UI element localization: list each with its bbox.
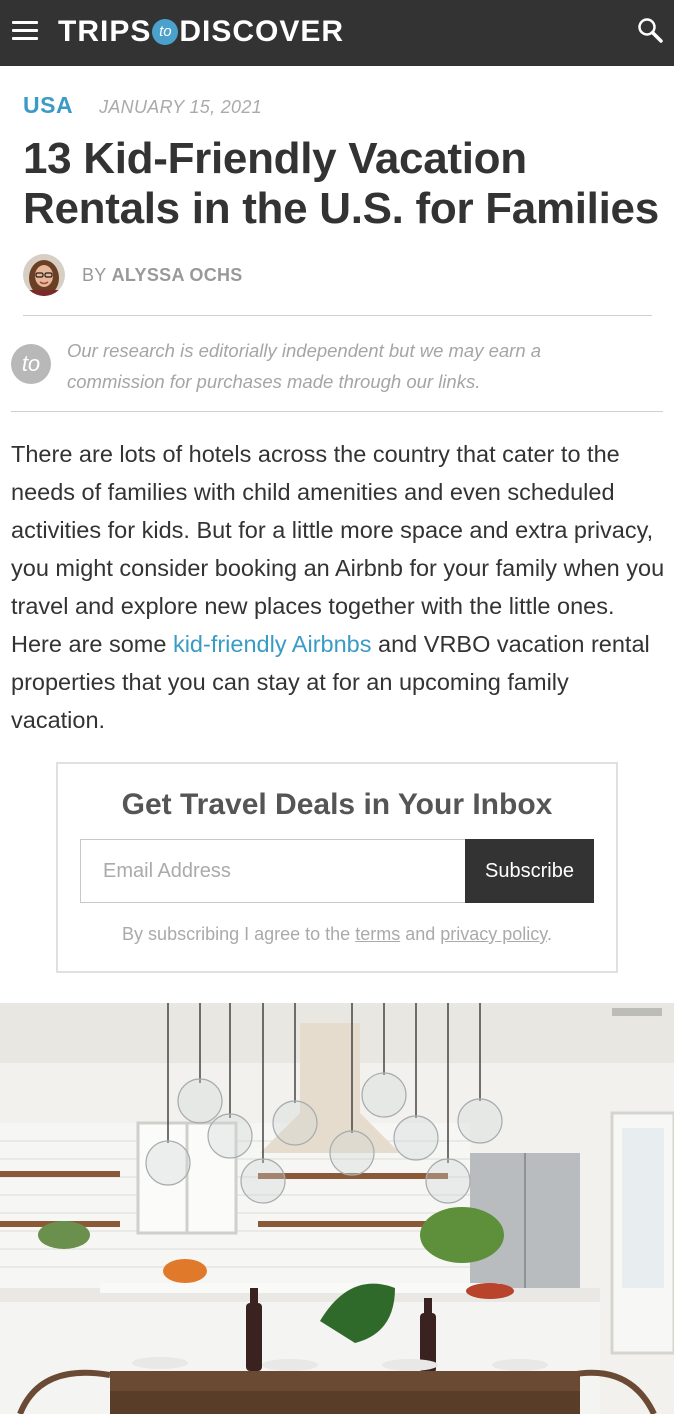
subscribe-button[interactable]: Subscribe — [465, 839, 594, 903]
search-icon[interactable] — [636, 16, 664, 44]
hamburger-menu-icon[interactable] — [12, 21, 38, 43]
author-name-link[interactable]: ALYSSA OCHS — [112, 265, 243, 285]
byline-prefix: BY — [82, 264, 107, 285]
divider — [23, 315, 652, 316]
terms-text-after: . — [546, 924, 552, 944]
privacy-policy-link[interactable]: privacy policy — [440, 924, 547, 944]
article-intro: There are lots of hotels across the coun… — [11, 435, 667, 739]
top-navigation-bar: TRIPS to DISCOVER — [0, 0, 674, 66]
publish-date: JANUARY 15, 2021 — [99, 97, 262, 117]
author-byline: BY ALYSSA OCHS — [23, 254, 243, 296]
email-address-input[interactable] — [80, 839, 466, 903]
divider — [11, 411, 663, 412]
trips-to-discover-badge-icon: to — [11, 344, 51, 384]
category-link[interactable]: USA — [23, 92, 73, 119]
logo-to-badge: to — [152, 19, 179, 45]
terms-text-before: By subscribing I agree to the — [122, 924, 356, 944]
article-meta: USA JANUARY 15, 2021 — [23, 92, 262, 122]
terms-link[interactable]: terms — [355, 924, 400, 944]
editorial-disclosure: Our research is editorially independent … — [67, 340, 542, 392]
intro-text-before: There are lots of hotels across the coun… — [11, 441, 665, 657]
kid-friendly-airbnbs-link[interactable]: kid-friendly Airbnbs — [173, 631, 372, 657]
logo-text-discover: DISCOVER — [179, 15, 345, 48]
author-avatar[interactable] — [23, 254, 65, 296]
hero-image-kitchen-dining-room — [0, 1003, 674, 1414]
logo-text-trips: TRIPS — [58, 15, 152, 48]
article-title: 13 Kid-Friendly Vacation Rentals in the … — [23, 134, 659, 233]
newsletter-title: Get Travel Deals in Your Inbox — [121, 788, 553, 821]
terms-text-middle: and — [400, 924, 441, 944]
site-logo[interactable]: TRIPS to DISCOVER — [58, 14, 344, 50]
newsletter-terms: By subscribing I agree to the terms and … — [58, 924, 616, 945]
newsletter-signup-box: Get Travel Deals in Your Inbox Subscribe… — [56, 762, 618, 973]
byline-text: BY ALYSSA OCHS — [82, 265, 243, 286]
